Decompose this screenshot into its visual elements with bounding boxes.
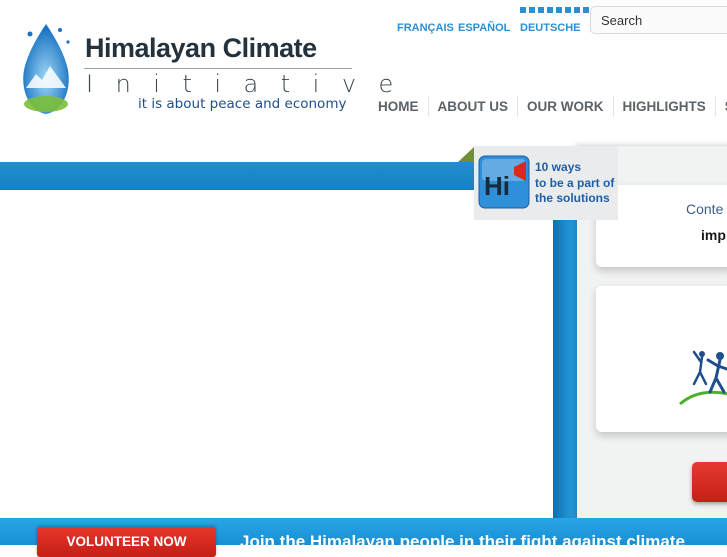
main-nav: HOME ABOUT US OUR WORK HIGHLIGHTS S — [372, 96, 727, 116]
people-figure-icon — [679, 350, 727, 406]
nav-item-about-us[interactable]: ABOUT US — [432, 99, 515, 114]
water-drop-logo-icon — [23, 24, 70, 114]
language-indicator-dots — [520, 7, 589, 13]
brand-title: Himalayan Climate — [85, 33, 317, 63]
nav-item-our-work[interactable]: OUR WORK — [521, 99, 610, 114]
language-link-french[interactable]: FRANÇAIS — [397, 22, 454, 34]
nav-separator — [612, 96, 614, 116]
nav-item-more[interactable]: S — [719, 99, 727, 114]
brand-divider — [84, 68, 352, 69]
ways-line: to be a part of — [535, 176, 615, 190]
ways-line: 10 ways — [535, 160, 582, 174]
language-link-german[interactable]: DEUTSCHE — [520, 22, 581, 34]
nav-separator — [714, 96, 716, 116]
ways-icon-label: Hi — [484, 171, 510, 201]
slideshow-edge — [553, 190, 577, 518]
slideshow-area — [0, 190, 554, 518]
brand-tagline: it is about peace and economy — [138, 96, 347, 112]
nav-item-highlights[interactable]: HIGHLIGHTS — [617, 99, 712, 114]
panel-subheading: imp — [701, 227, 726, 243]
join-cta-text: Join the Himalayan people in their fight… — [240, 532, 685, 551]
megaphone-hi-icon: Hi — [478, 155, 530, 209]
volunteer-now-button[interactable]: VOLUNTEER NOW — [37, 527, 216, 557]
language-link-spanish[interactable]: ESPAÑOL — [458, 22, 510, 34]
nav-separator — [427, 96, 429, 116]
search-input[interactable] — [590, 6, 727, 34]
ways-line: the solutions — [535, 191, 610, 205]
brand-subtitle: Initiative — [86, 70, 416, 98]
nav-item-home[interactable]: HOME — [372, 99, 425, 114]
panel-action-button[interactable] — [692, 462, 727, 502]
panel-heading: Conte — [686, 201, 724, 217]
nav-separator — [517, 96, 518, 116]
band-notch — [458, 147, 474, 162]
